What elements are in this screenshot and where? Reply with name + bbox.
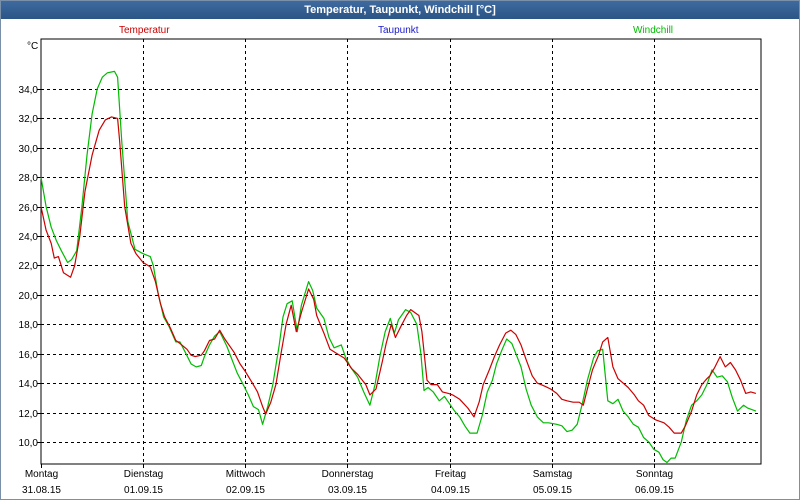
x-tick-label-date: 03.09.15 <box>328 485 367 496</box>
x-tick-label-date: 02.09.15 <box>226 485 265 496</box>
y-axis-label: °C <box>27 41 38 52</box>
x-tick-label-date: 01.09.15 <box>124 485 163 496</box>
y-tick-label: 34,0 <box>19 85 39 96</box>
y-tick-label: 32,0 <box>19 114 39 125</box>
y-tick-label: 30,0 <box>19 144 39 155</box>
y-tick-label: 26,0 <box>19 203 39 214</box>
line-chart: 10,0 12,0 14,0 16,0 18,0 20,0 22,0 24,0 26,0 28,0… <box>19 38 762 496</box>
y-tick-label: 16,0 <box>19 350 39 361</box>
plot-area <box>40 38 762 465</box>
x-tick-label-date: 04.09.15 <box>431 485 470 496</box>
y-tick-label: 10,0 <box>19 438 39 449</box>
x-tick-label-day: Sonntag <box>636 469 673 480</box>
y-tick-label: 28,0 <box>19 173 39 184</box>
x-tick-label-day: Freitag <box>435 469 466 480</box>
y-tick-label: 20,0 <box>19 291 39 302</box>
y-tick-label: 12,0 <box>19 409 39 420</box>
y-tick-label: 14,0 <box>19 379 39 390</box>
x-tick-label-day: Mittwoch <box>226 469 265 480</box>
y-tick-label: 18,0 <box>19 320 39 331</box>
x-tick-label-day: Donnerstag <box>322 469 374 480</box>
x-tick-label-date: 06.09.15 <box>635 485 674 496</box>
y-tick-label: 22,0 <box>19 261 39 272</box>
x-tick-label-date: 31.08.15 <box>22 485 61 496</box>
chart-window: Temperatur, Taupunkt, Windchill [°C] Tem… <box>0 0 800 500</box>
y-tick-label: 24,0 <box>19 232 39 243</box>
x-tick-label-day: Montag <box>25 469 58 480</box>
x-tick-label-day: Dienstag <box>124 469 163 480</box>
x-tick-label-day: Samstag <box>533 469 572 480</box>
x-tick-label-date: 05.09.15 <box>533 485 572 496</box>
